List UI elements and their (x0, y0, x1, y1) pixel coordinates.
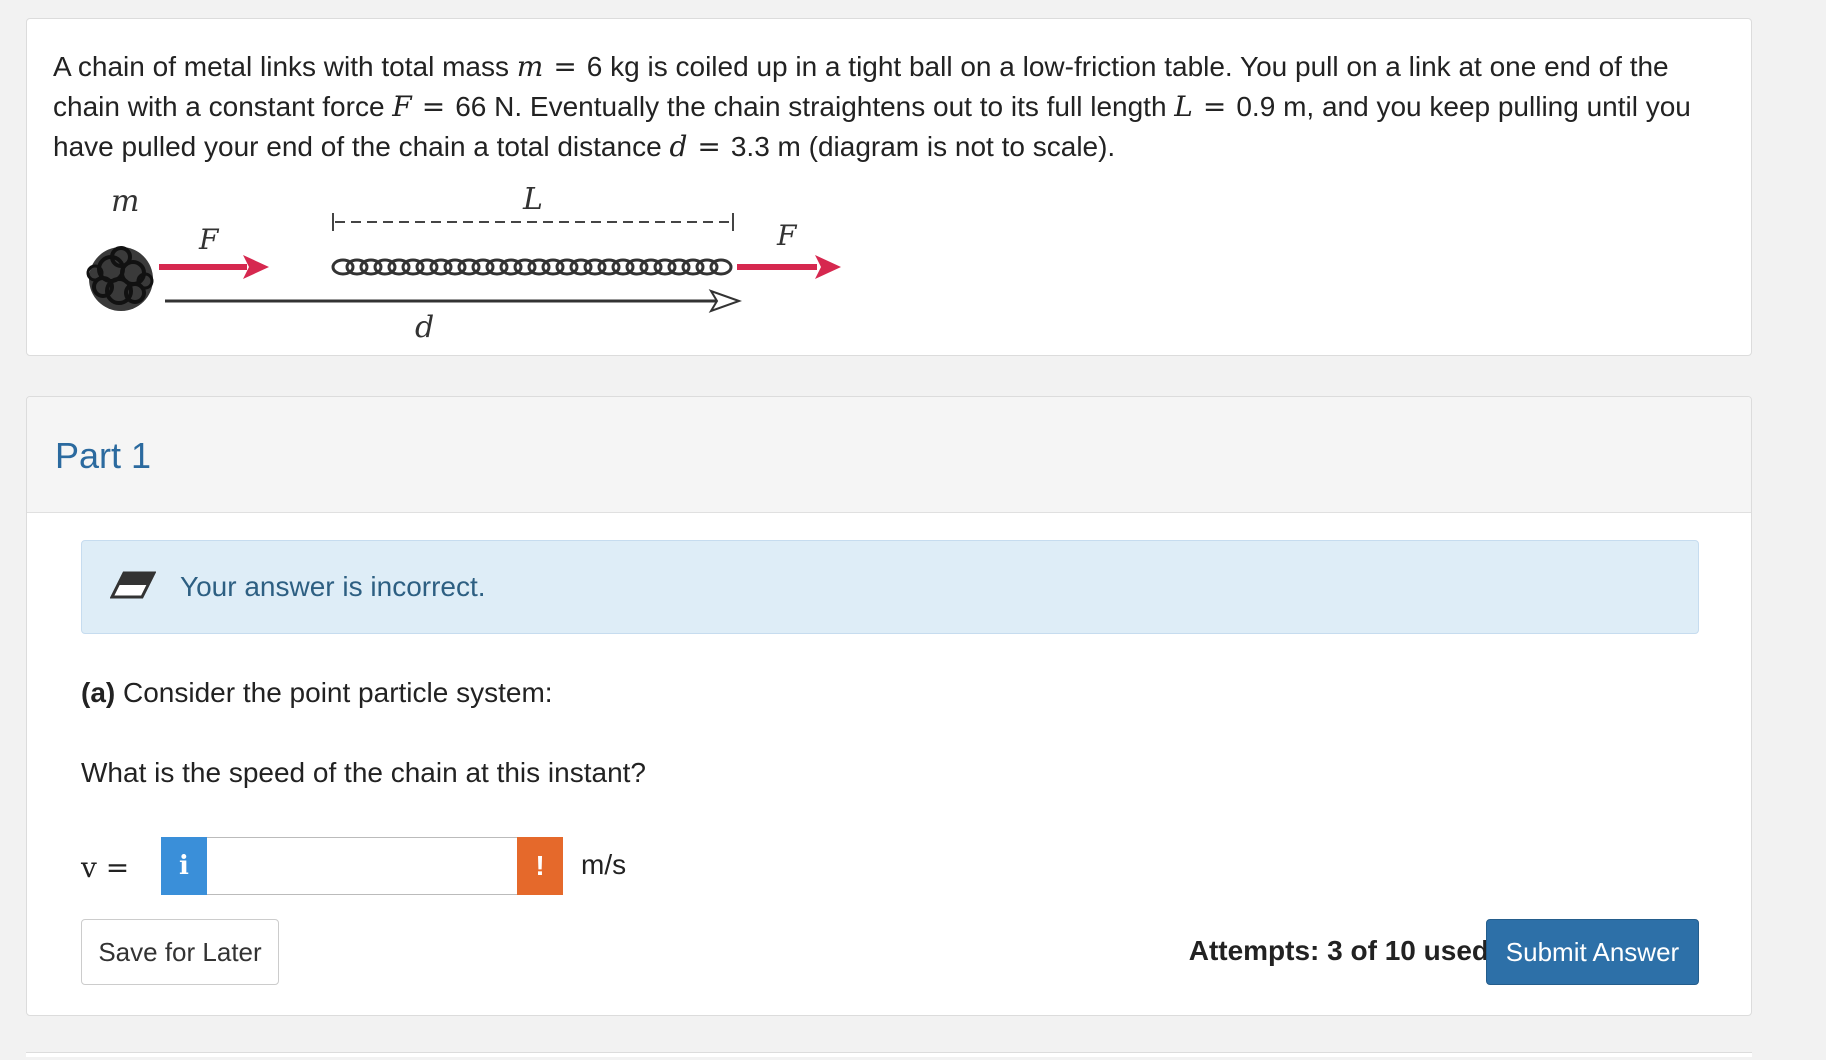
eraser-icon (109, 569, 157, 606)
equals-sign: = (1202, 90, 1227, 123)
question-b: What is the speed of the chain at this i… (81, 757, 647, 788)
distance-variable: d (669, 130, 688, 163)
mass-variable: m (516, 50, 544, 83)
answer-row: v = i ! m/s (81, 837, 681, 897)
warning-icon[interactable]: ! (517, 837, 563, 895)
chain-link (709, 258, 733, 276)
distance-value-text: 3.3 m (diagram is not to scale). (730, 131, 1116, 162)
part-header: Part 1 (27, 397, 1751, 513)
diagram-label-F-left: F (198, 223, 220, 256)
feedback-text: Your answer is incorrect. (180, 571, 486, 602)
part-card: Part 1 Your answer is incorrect. (a) Con… (26, 396, 1752, 1016)
speed-variable-label: v = (81, 851, 130, 884)
force-value-text: 66 N. Eventually the chain straightens o… (455, 91, 1167, 122)
speed-answer-input[interactable] (207, 837, 517, 895)
unit-label: m/s (581, 849, 627, 880)
attempts-counter: Attempts: 3 of 10 used (1188, 935, 1489, 966)
question-a-text: Consider the point particle system: (115, 677, 553, 708)
submit-answer-button[interactable]: Submit Answer (1486, 919, 1699, 985)
equals-sign: = (697, 130, 721, 163)
diagram-label-F-right: F (776, 219, 798, 252)
force-arrow-right (737, 255, 841, 279)
part-title: Part 1 (55, 435, 152, 476)
feedback-alert: Your answer is incorrect. (81, 540, 1699, 634)
straight-chain (331, 258, 733, 276)
force-variable: F (392, 90, 412, 123)
question-a: (a) Consider the point particle system: (81, 677, 553, 709)
equals-sign: = (421, 90, 446, 123)
problem-text-1: A chain of metal links with total mass (53, 51, 509, 82)
problem-card: A chain of metal links with total mass m… (26, 18, 1752, 356)
force-arrow-left (159, 255, 269, 279)
length-variable: L (1174, 90, 1193, 123)
save-for-later-button[interactable]: Save for Later (81, 919, 279, 985)
coiled-chain-ball (86, 246, 154, 311)
diagram-label-L: L (522, 182, 543, 217)
question-a-label: (a) (81, 677, 116, 708)
distance-arrow (165, 289, 742, 313)
diagram-label-m: m (111, 184, 139, 219)
problem-statement: A chain of metal links with total mass m… (53, 47, 1733, 167)
diagram-label-d: d (415, 310, 434, 345)
next-card-edge (26, 1052, 1752, 1057)
chain-diagram: m F L F d (86, 182, 841, 345)
equals-sign: = (553, 50, 577, 83)
info-icon[interactable]: i (161, 837, 207, 895)
